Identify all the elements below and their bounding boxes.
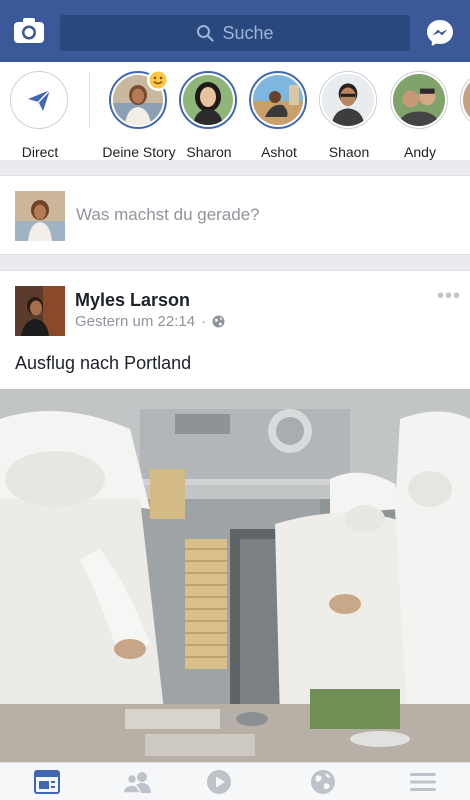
story-shaon[interactable]: Shaon [319, 71, 379, 160]
messenger-icon [427, 20, 453, 46]
avatar [322, 74, 374, 126]
stories-row: Direct Deine Story Sharon Ashot Shaon An… [0, 62, 470, 160]
post-options-button[interactable]: ••• [437, 285, 461, 308]
globe-icon [212, 315, 225, 328]
messenger-button[interactable] [425, 18, 455, 48]
tab-news-feed[interactable] [32, 769, 62, 795]
story-own[interactable]: Deine Story [102, 69, 176, 160]
post-photo[interactable] [0, 389, 470, 763]
story-label: Andy [404, 144, 436, 160]
post-text: Ausflug nach Portland [15, 353, 192, 373]
search-placeholder: Suche [222, 22, 274, 43]
status-composer[interactable]: Was machst du gerade? [0, 175, 470, 255]
video-icon [207, 770, 231, 794]
emoji-badge [147, 69, 169, 91]
post-timestamp[interactable]: Gestern um 22:14 [75, 313, 195, 330]
avatar [463, 74, 470, 126]
top-bar: Suche [0, 0, 470, 62]
menu-icon [410, 773, 436, 791]
friends-icon [122, 772, 151, 793]
meta-separator: · [201, 313, 207, 330]
post-author[interactable]: Myles Larson [75, 290, 190, 311]
avatar [183, 75, 233, 125]
avatar [253, 75, 303, 125]
post-meta: Gestern um 22:14 · [75, 313, 225, 330]
direct-button[interactable] [10, 71, 68, 129]
news-feed-icon [34, 770, 60, 794]
story-andy[interactable]: Andy [390, 71, 450, 160]
story-sharon[interactable]: Sharon [179, 71, 239, 160]
story-label: Direct [21, 144, 59, 160]
avatar [15, 191, 65, 241]
tab-notifications[interactable] [308, 769, 338, 795]
search-icon [197, 25, 215, 42]
paper-plane-icon [28, 89, 51, 111]
author-avatar[interactable] [15, 286, 65, 336]
avatar [393, 74, 445, 126]
story-partial[interactable] [460, 71, 470, 159]
camera-button[interactable] [13, 17, 45, 45]
stories-divider [89, 72, 90, 128]
globe-icon [311, 770, 335, 794]
camera-icon [14, 18, 44, 43]
search-bar[interactable]: Suche [60, 15, 410, 51]
tab-friends[interactable] [122, 769, 152, 795]
story-direct[interactable]: Direct [10, 71, 70, 160]
bottom-tab-bar [0, 762, 470, 800]
story-ashot[interactable]: Ashot [249, 71, 309, 160]
tab-menu[interactable] [408, 769, 438, 795]
facebook-app: Suche Direct Deine Story Sharon Ashot Sh… [0, 0, 470, 800]
smiley-icon [149, 71, 167, 89]
composer-prompt[interactable]: Was machst du gerade? [76, 205, 260, 225]
feed-post: Myles Larson Gestern um 22:14 · ••• Ausf… [0, 270, 470, 763]
tab-watch[interactable] [204, 769, 234, 795]
